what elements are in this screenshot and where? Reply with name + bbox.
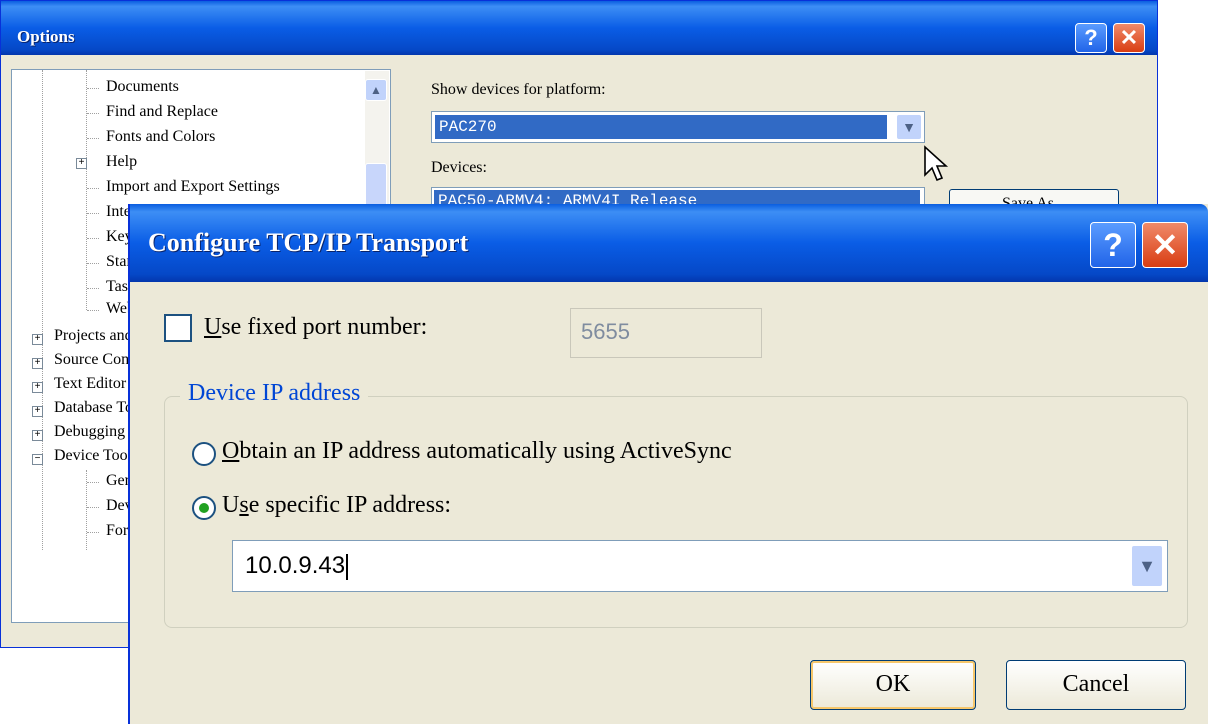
tree-item-device-tools[interactable]: Device Tools [54,447,138,465]
platform-value: PAC270 [435,115,887,139]
tree-item-debugging[interactable]: Debugging [54,423,125,441]
tcp-ip-dialog: Configure TCP/IP Transport ? ✕ Use fixed… [128,204,1208,724]
options-title-bar[interactable]: Options ? ✕ [1,1,1157,55]
tree-item-find-replace[interactable]: Find and Replace [106,103,218,121]
mouse-cursor-icon [924,145,949,182]
radio-selected-dot [199,503,209,513]
expand-icon[interactable]: + [76,158,87,169]
text-caret [346,553,349,580]
expand-icon[interactable]: + [32,358,43,369]
use-fixed-port-checkbox[interactable] [164,314,192,342]
help-button[interactable]: ? [1090,222,1136,268]
ip-address-input[interactable]: 10.0.9.43 [245,541,349,591]
ip-address-combobox[interactable]: 10.0.9.43 ▼ [232,540,1168,592]
dialog-title: Configure TCP/IP Transport [148,228,469,257]
expand-icon[interactable]: + [32,382,43,393]
use-fixed-port-label[interactable]: Use fixed port number: [204,314,427,341]
obtain-ip-label[interactable]: Obtain an IP address automatically using… [222,438,732,465]
tree-item-fonts-colors[interactable]: Fonts and Colors [106,128,215,146]
expand-icon[interactable]: + [32,430,43,441]
cancel-button[interactable]: Cancel [1006,660,1186,710]
obtain-ip-radio[interactable] [192,442,216,466]
chevron-down-icon[interactable]: ▼ [1131,545,1163,587]
collapse-icon[interactable]: − [32,454,43,465]
options-title: Options [17,27,75,46]
chevron-down-icon[interactable]: ▼ [896,114,922,140]
close-button[interactable]: ✕ [1142,222,1188,268]
specific-ip-label[interactable]: Use specific IP address: [222,492,451,519]
expand-icon[interactable]: + [32,334,43,345]
options-help-button[interactable]: ? [1075,23,1107,53]
devices-label: Devices: [431,159,487,176]
platform-select[interactable]: PAC270 ▼ [431,111,925,143]
options-close-button[interactable]: ✕ [1113,23,1145,53]
dialog-title-bar[interactable]: Configure TCP/IP Transport ? ✕ [130,204,1208,282]
tree-item-import-export[interactable]: Import and Export Settings [106,178,280,196]
device-ip-group-title: Device IP address [180,380,369,407]
scroll-up-arrow-icon[interactable]: ▲ [365,79,387,101]
show-devices-label: Show devices for platform: [431,81,606,98]
tree-item-text-editor[interactable]: Text Editor [54,375,126,393]
ok-button[interactable]: OK [810,660,976,710]
port-number-input[interactable]: 5655 [570,308,762,358]
specific-ip-radio[interactable] [192,496,216,520]
tree-item-help[interactable]: Help [106,153,137,171]
tree-guide-line [42,70,43,550]
tree-item-documents[interactable]: Documents [106,78,179,96]
expand-icon[interactable]: + [32,406,43,417]
tree-guide-line [86,70,87,310]
